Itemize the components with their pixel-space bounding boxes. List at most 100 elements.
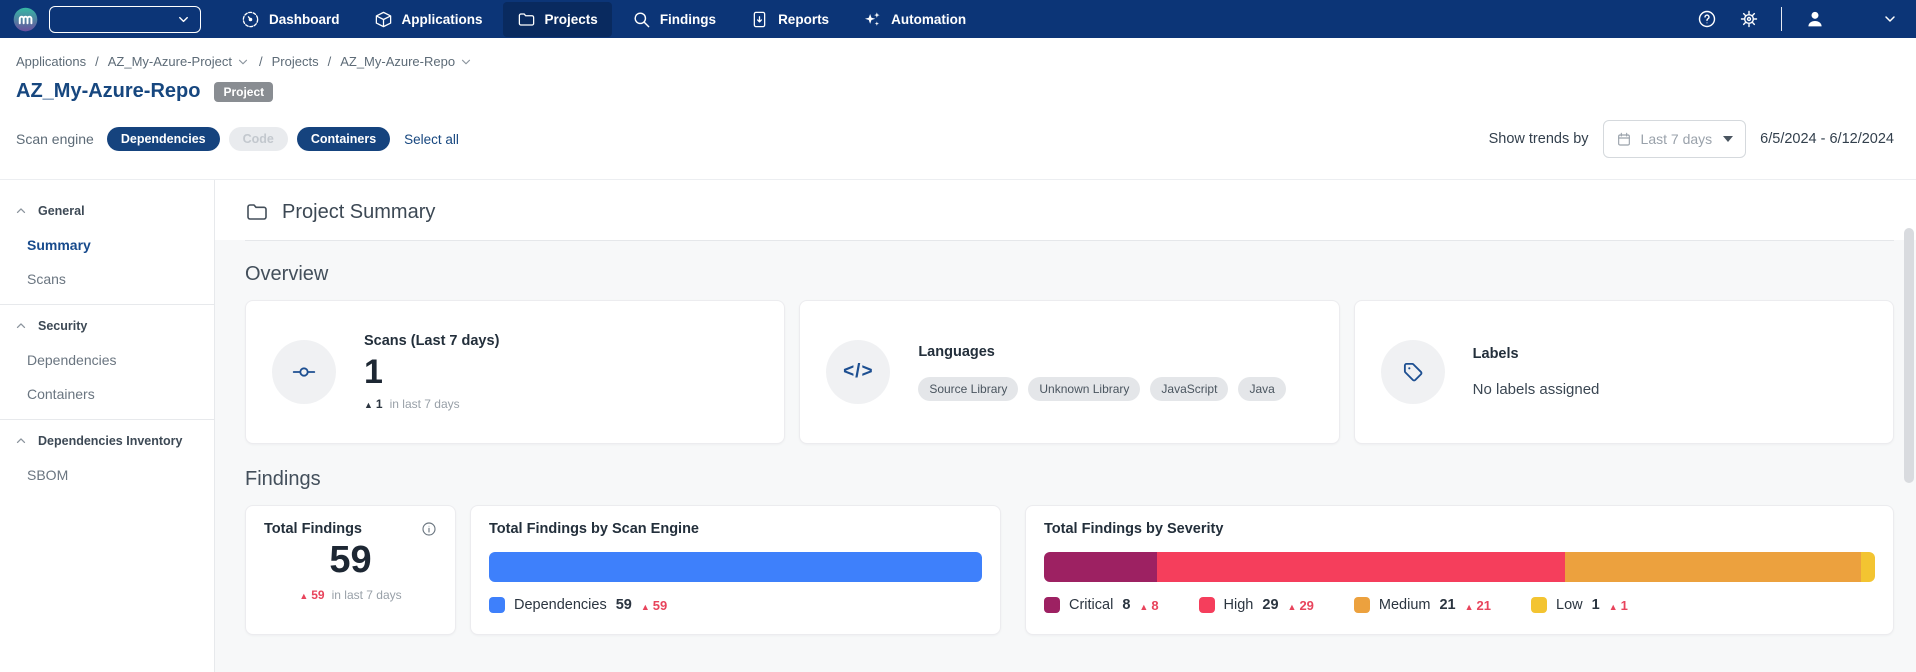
findings-heading: Findings	[245, 468, 1894, 491]
navbar-right	[1697, 7, 1898, 31]
legend-medium[interactable]: Medium 21 21	[1354, 597, 1491, 613]
chevron-up-icon	[14, 319, 28, 333]
languages-card-title: Languages	[918, 344, 1312, 360]
legend-label: Critical	[1069, 597, 1113, 613]
sidebar-item-sbom[interactable]: SBOM	[0, 458, 214, 492]
account-chevron-down-icon[interactable]	[1882, 11, 1898, 27]
scans-delta: 1	[364, 397, 383, 411]
sidebar-section-dependencies-inventory: Dependencies Inventory SBOM	[0, 419, 214, 500]
total-findings-count: 59	[264, 539, 437, 582]
breadcrumb: Applications / AZ_My-Azure-Project / Pro…	[16, 54, 1894, 69]
chevron-down-icon	[176, 12, 191, 27]
legend-delta: 1	[1609, 598, 1628, 613]
select-all-link[interactable]: Select all	[404, 132, 459, 147]
folder-icon	[517, 10, 536, 29]
scan-engine-pills: Dependencies Code Containers	[107, 127, 390, 151]
breadcrumb-projects[interactable]: Projects	[272, 54, 319, 69]
sidebar-item-scans[interactable]: Scans	[0, 262, 214, 296]
sidebar-item-dependencies[interactable]: Dependencies	[0, 343, 214, 377]
nav-projects-label: Projects	[545, 12, 598, 27]
nav-reports[interactable]: Reports	[736, 2, 843, 37]
breadcrumb-label: AZ_My-Azure-Project	[108, 54, 232, 69]
chevron-up-icon	[14, 434, 28, 448]
legend-low[interactable]: Low 1 1	[1531, 597, 1628, 613]
sidebar-item-summary[interactable]: Summary	[0, 228, 214, 262]
breadcrumb-label: Projects	[272, 54, 319, 69]
sidebar-item-containers[interactable]: Containers	[0, 377, 214, 411]
legend-dependencies[interactable]: Dependencies 59 59	[489, 597, 667, 613]
trends-period-dropdown[interactable]: Last 7 days	[1603, 120, 1747, 158]
chevron-down-icon[interactable]	[459, 55, 473, 69]
findings-by-engine-title: Total Findings by Scan Engine	[489, 521, 982, 537]
pill-dependencies[interactable]: Dependencies	[107, 127, 220, 151]
nav-reports-label: Reports	[778, 12, 829, 27]
chevron-up-icon	[14, 204, 28, 218]
total-findings-card: Total Findings 59 59 in last 7 days	[245, 505, 456, 635]
code-icon	[826, 340, 890, 404]
nav-projects[interactable]: Projects	[503, 2, 612, 37]
page-header: Applications / AZ_My-Azure-Project / Pro…	[0, 38, 1916, 180]
sidebar-header-general[interactable]: General	[0, 194, 214, 228]
breadcrumb-project-name[interactable]: AZ_My-Azure-Repo	[340, 54, 473, 69]
findings-by-engine-card: Total Findings by Scan Engine Dependenci…	[470, 505, 1001, 635]
chevron-down-icon[interactable]	[236, 55, 250, 69]
legend-value: 8	[1122, 597, 1130, 613]
trend-up-icon	[364, 397, 373, 411]
help-icon[interactable]	[1697, 9, 1717, 29]
scans-card: Scans (Last 7 days) 1 1 in last 7 days	[245, 300, 785, 444]
severity-segment-critical[interactable]	[1044, 552, 1157, 582]
caret-down-icon	[1723, 136, 1733, 142]
scan-engine-label: Scan engine	[16, 131, 94, 147]
legend-swatch	[1531, 597, 1547, 613]
trend-up-icon	[1465, 598, 1474, 613]
severity-segment-medium[interactable]	[1565, 552, 1861, 582]
mend-logo[interactable]	[12, 6, 39, 33]
legend-value: 29	[1262, 597, 1278, 613]
severity-stacked-bar	[1044, 552, 1875, 582]
legend-delta: 59	[641, 598, 667, 613]
gear-icon[interactable]	[1739, 9, 1759, 29]
legend-critical[interactable]: Critical 8 8	[1044, 597, 1159, 613]
language-tag: Unknown Library	[1028, 377, 1140, 401]
language-tag: Source Library	[918, 377, 1018, 401]
main-content: Project Summary Overview Scans (Last 7 d…	[215, 180, 1916, 672]
legend-swatch	[1354, 597, 1370, 613]
engine-bar[interactable]	[489, 552, 982, 582]
total-findings-delta: 59	[299, 588, 324, 602]
legend-value: 59	[616, 597, 632, 613]
breadcrumb-applications[interactable]: Applications	[16, 54, 86, 69]
severity-segment-low[interactable]	[1861, 552, 1875, 582]
legend-swatch	[489, 597, 505, 613]
vertical-scrollbar-thumb[interactable]	[1904, 228, 1914, 483]
pill-code: Code	[229, 127, 288, 151]
sidebar-header-label: Security	[38, 319, 87, 333]
languages-card: Languages Source Library Unknown Library…	[799, 300, 1339, 444]
nav-findings-label: Findings	[660, 12, 716, 27]
legend-swatch	[1199, 597, 1215, 613]
trend-up-icon	[641, 598, 650, 613]
nav-findings[interactable]: Findings	[618, 2, 730, 37]
language-tag: JavaScript	[1150, 377, 1228, 401]
severity-segment-high[interactable]	[1157, 552, 1565, 582]
labels-card: Labels No labels assigned	[1354, 300, 1894, 444]
findings-by-severity-title: Total Findings by Severity	[1044, 521, 1875, 537]
org-selector[interactable]	[49, 6, 201, 33]
nav-applications[interactable]: Applications	[360, 2, 497, 37]
nav-automation[interactable]: Automation	[849, 2, 980, 37]
nav-dashboard[interactable]: Dashboard	[227, 2, 354, 37]
user-avatar-icon[interactable]	[1804, 8, 1826, 30]
info-icon[interactable]	[421, 521, 437, 537]
breadcrumb-application-name[interactable]: AZ_My-Azure-Project	[108, 54, 250, 69]
overview-heading: Overview	[245, 263, 1894, 286]
sidebar-header-label: General	[38, 204, 85, 218]
pill-containers[interactable]: Containers	[297, 127, 390, 151]
dashboard-icon	[241, 10, 260, 29]
sidebar-header-dependencies-inventory[interactable]: Dependencies Inventory	[0, 424, 214, 458]
scans-card-title: Scans (Last 7 days)	[364, 333, 758, 349]
breadcrumb-separator: /	[95, 54, 99, 69]
breadcrumb-separator: /	[259, 54, 263, 69]
nav-dashboard-label: Dashboard	[269, 12, 340, 27]
legend-high[interactable]: High 29 29	[1199, 597, 1314, 613]
commit-icon	[272, 340, 336, 404]
sidebar-header-security[interactable]: Security	[0, 309, 214, 343]
